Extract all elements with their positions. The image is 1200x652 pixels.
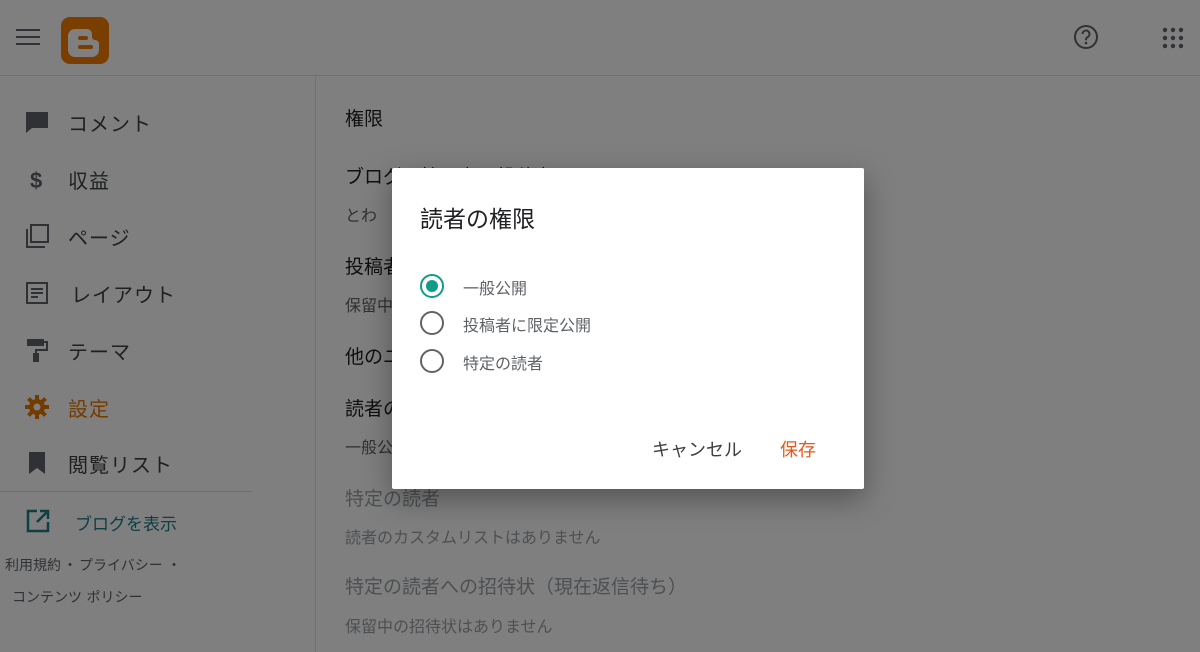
option-label: 投稿者に限定公開 bbox=[463, 316, 592, 335]
save-button[interactable]: 保存 bbox=[780, 436, 816, 462]
dialog-title: 読者の権限 bbox=[420, 207, 535, 233]
option-custom-readers[interactable]: 特定の読者 bbox=[420, 344, 720, 374]
reader-permissions-dialog: 読者の権限 一般公開 投稿者に限定公開 特定の読者 キャンセル 保存 bbox=[392, 168, 864, 489]
radio-button[interactable] bbox=[420, 349, 444, 373]
option-authors-only[interactable]: 投稿者に限定公開 bbox=[420, 306, 720, 336]
option-label: 一般公開 bbox=[463, 279, 528, 298]
cancel-button[interactable]: キャンセル bbox=[652, 436, 742, 462]
radio-button[interactable] bbox=[420, 311, 444, 335]
option-public[interactable]: 一般公開 bbox=[420, 269, 720, 299]
app-root: コメント $ 収益 ページ レイアウト テーマ bbox=[0, 0, 1200, 652]
radio-button-checked[interactable] bbox=[420, 274, 444, 298]
option-label: 特定の読者 bbox=[463, 354, 544, 373]
